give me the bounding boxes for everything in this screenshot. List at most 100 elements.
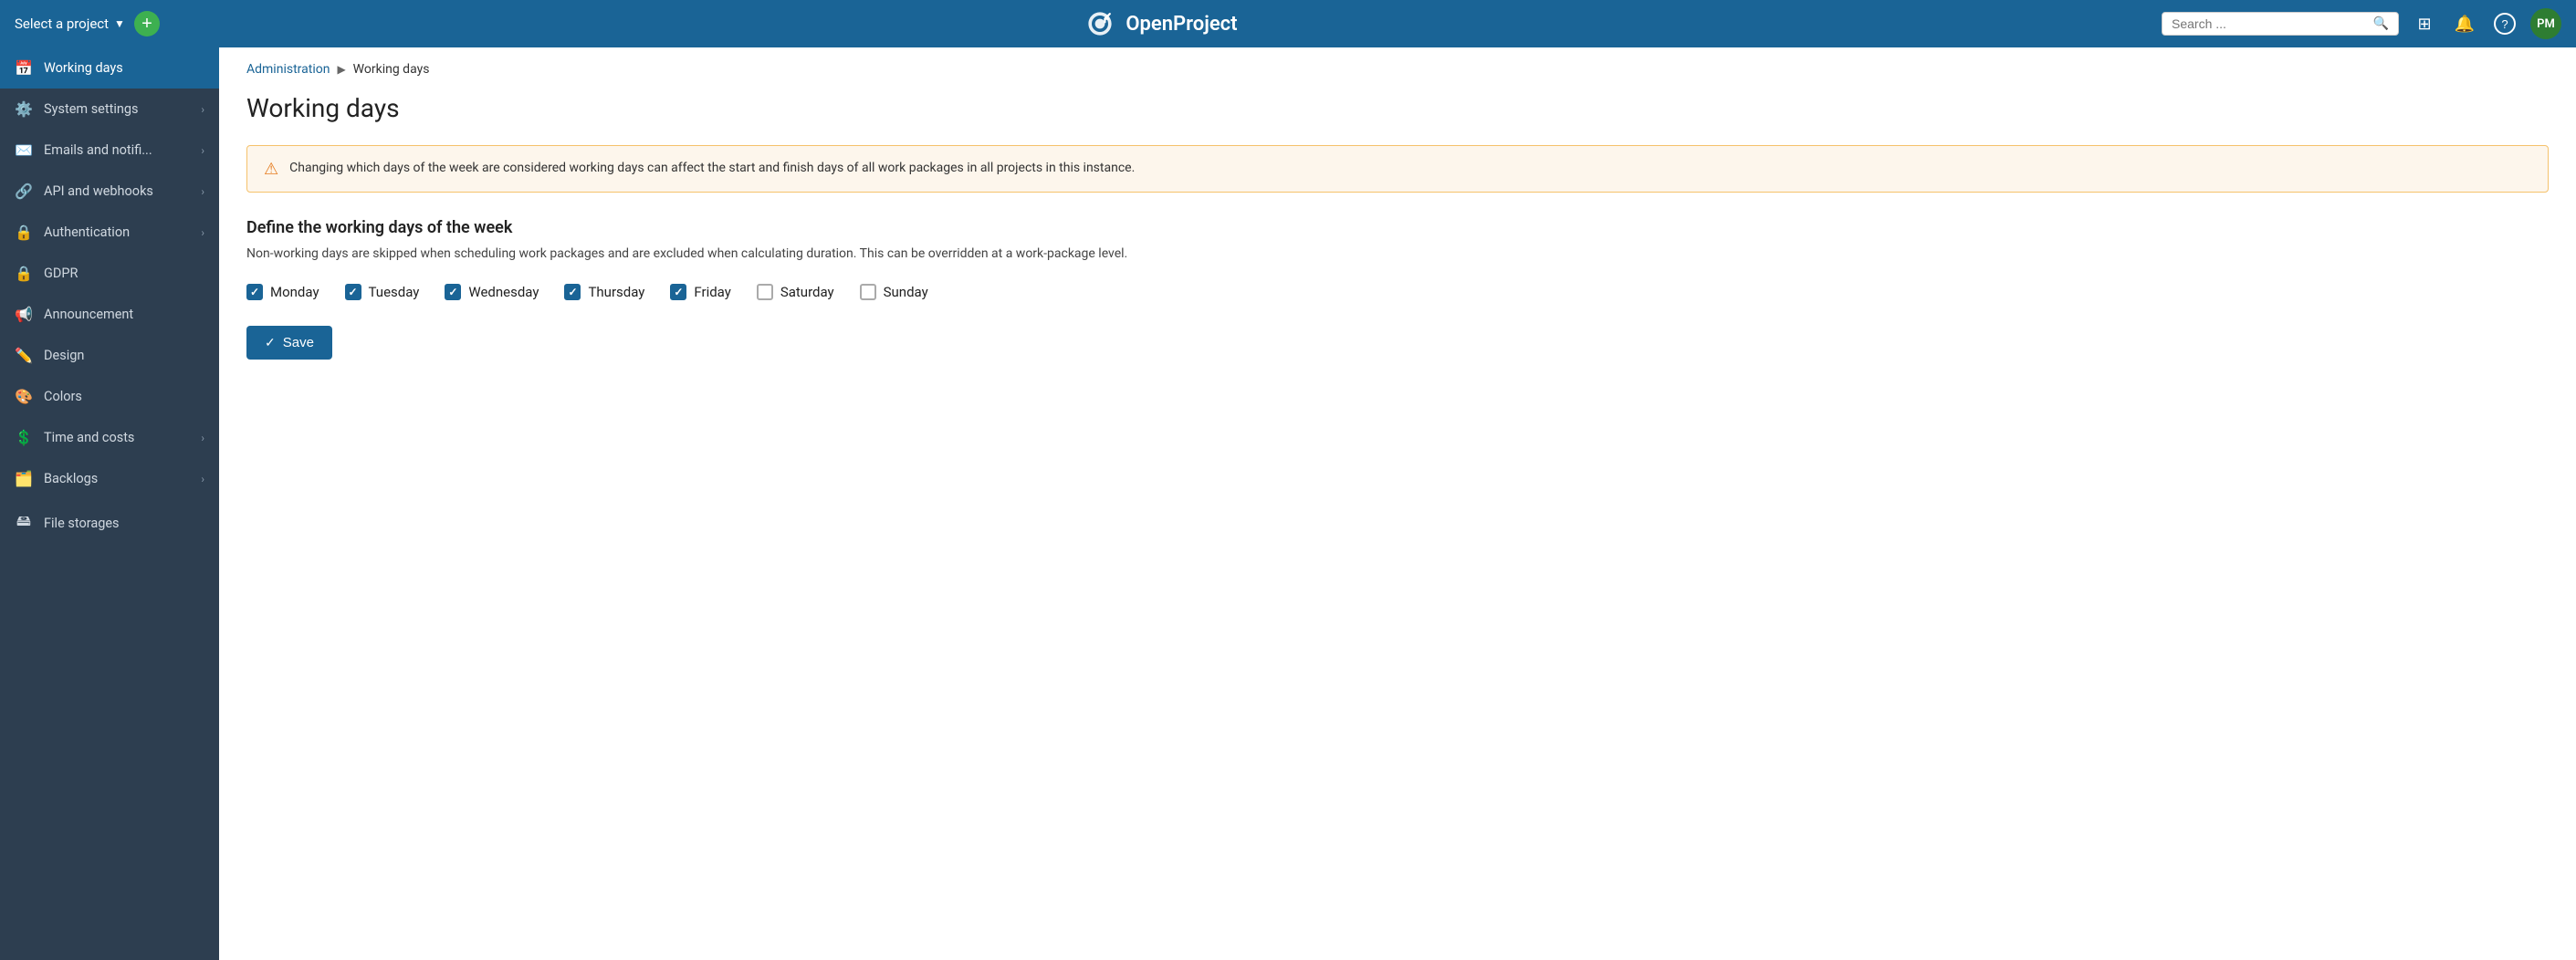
sidebar-icon-api-webhooks: 🔗 (15, 183, 33, 200)
day-checkbox-thursday[interactable]: ✓ (564, 284, 581, 300)
sidebar-icon-colors: 🎨 (15, 388, 33, 405)
content-area: Working days ⚠ Changing which days of th… (219, 84, 2576, 387)
checkmark-icon: ✓ (448, 286, 457, 298)
sidebar-item-announcement[interactable]: 📢 Announcement (0, 294, 219, 335)
days-row: ✓ Monday ✓ Tuesday ✓ Wednesday ✓ Thursda… (246, 284, 2549, 300)
avatar[interactable]: PM (2530, 8, 2561, 39)
day-checkbox-wednesday[interactable]: ✓ (445, 284, 461, 300)
sidebar-item-system-settings[interactable]: ⚙️ System settings › (0, 89, 219, 130)
notifications-button[interactable]: 🔔 (2450, 9, 2479, 38)
page-title: Working days (246, 93, 2549, 123)
sidebar-item-api-webhooks[interactable]: 🔗 API and webhooks › (0, 171, 219, 212)
sidebar-label-api-webhooks: API and webhooks (44, 183, 190, 199)
sidebar-icon-gdpr: 🔒 (15, 265, 33, 282)
checkmark-icon: ✓ (674, 286, 683, 298)
warning-text: Changing which days of the week are cons… (289, 159, 1135, 178)
day-item-wednesday[interactable]: ✓ Wednesday (445, 284, 539, 300)
nav-right: 🔍 ⊞ 🔔 ? PM (2162, 8, 2561, 39)
sidebar-item-backlogs[interactable]: 🗂️ Backlogs › (0, 458, 219, 499)
sidebar-icon-file-storages: 🖴 (15, 511, 33, 536)
sidebar-item-working-days[interactable]: 📅 Working days (0, 47, 219, 89)
sidebar-chevron-system-settings: › (201, 103, 204, 116)
sidebar-icon-system-settings: ⚙️ (15, 100, 33, 118)
day-item-sunday[interactable]: Sunday (860, 284, 928, 300)
sidebar-label-authentication: Authentication (44, 224, 190, 240)
day-checkbox-monday[interactable]: ✓ (246, 284, 263, 300)
sidebar-label-emails-notif: Emails and notifi... (44, 142, 190, 158)
warning-box: ⚠ Changing which days of the week are co… (246, 145, 2549, 193)
sidebar-label-gdpr: GDPR (44, 266, 204, 281)
day-checkbox-tuesday[interactable]: ✓ (345, 284, 361, 300)
section-title: Define the working days of the week (246, 218, 2549, 237)
sidebar-item-colors[interactable]: 🎨 Colors (0, 376, 219, 417)
breadcrumb: Administration ▶ Working days (219, 47, 2576, 84)
sidebar-label-colors: Colors (44, 389, 204, 404)
grid-icon: ⊞ (2417, 15, 2431, 34)
checkmark-icon: ✓ (250, 286, 259, 298)
sidebar-chevron-api-webhooks: › (201, 185, 204, 198)
bell-icon: 🔔 (2455, 15, 2475, 34)
checkmark-icon: ✓ (568, 286, 577, 298)
sidebar-chevron-authentication: › (201, 226, 204, 239)
sidebar-item-authentication[interactable]: 🔒 Authentication › (0, 212, 219, 253)
sidebar-icon-time-and-costs: 💲 (15, 429, 33, 446)
grid-menu-button[interactable]: ⊞ (2410, 9, 2439, 38)
day-checkbox-sunday[interactable] (860, 284, 876, 300)
day-item-tuesday[interactable]: ✓ Tuesday (345, 284, 420, 300)
sidebar-chevron-emails-notif: › (201, 144, 204, 157)
project-selector-label: Select a project (15, 16, 109, 32)
sidebar-icon-announcement: 📢 (15, 306, 33, 323)
help-button[interactable]: ? (2490, 9, 2519, 38)
sidebar-item-gdpr[interactable]: 🔒 GDPR (0, 253, 219, 294)
sidebar-label-backlogs: Backlogs (44, 471, 190, 486)
sidebar-label-file-storages: File storages (44, 516, 204, 531)
sidebar-icon-emails-notif: ✉️ (15, 141, 33, 159)
sidebar-item-design[interactable]: ✏️ Design (0, 335, 219, 376)
day-item-friday[interactable]: ✓ Friday (670, 284, 730, 300)
day-label-tuesday: Tuesday (369, 284, 420, 300)
app-body: 📅 Working days ⚙️ System settings › ✉️ E… (0, 47, 2576, 960)
breadcrumb-parent-link[interactable]: Administration (246, 62, 330, 77)
day-checkbox-saturday[interactable] (757, 284, 773, 300)
search-box[interactable]: 🔍 (2162, 12, 2399, 36)
top-navigation: Select a project ▼ + OpenProject 🔍 ⊞ 🔔 ? (0, 0, 2576, 47)
sidebar-chevron-backlogs: › (201, 473, 204, 485)
section-description: Non-working days are skipped when schedu… (246, 245, 2549, 264)
breadcrumb-separator-icon: ▶ (337, 63, 345, 76)
sidebar-item-emails-notif[interactable]: ✉️ Emails and notifi... › (0, 130, 219, 171)
day-label-saturday: Saturday (780, 284, 834, 300)
openproject-logo-icon (1084, 7, 1116, 40)
sidebar-label-time-and-costs: Time and costs (44, 430, 190, 445)
nav-center: OpenProject (160, 7, 2162, 40)
day-item-thursday[interactable]: ✓ Thursday (564, 284, 644, 300)
sidebar-label-announcement: Announcement (44, 307, 204, 322)
add-project-button[interactable]: + (134, 11, 160, 37)
search-icon: 🔍 (2373, 16, 2389, 31)
project-selector[interactable]: Select a project ▼ (15, 16, 125, 32)
sidebar: 📅 Working days ⚙️ System settings › ✉️ E… (0, 47, 219, 960)
sidebar-label-working-days: Working days (44, 60, 204, 76)
avatar-initials: PM (2537, 17, 2555, 31)
sidebar-icon-authentication: 🔒 (15, 224, 33, 241)
sidebar-icon-design: ✏️ (15, 347, 33, 364)
day-item-saturday[interactable]: Saturday (757, 284, 834, 300)
sidebar-item-file-storages[interactable]: 🖴 File storages (0, 499, 219, 548)
save-check-icon: ✓ (265, 335, 276, 350)
sidebar-chevron-time-and-costs: › (201, 432, 204, 444)
warning-icon: ⚠ (264, 160, 278, 179)
search-input[interactable] (2172, 16, 2366, 31)
day-label-sunday: Sunday (884, 284, 928, 300)
dropdown-arrow-icon: ▼ (114, 17, 125, 30)
sidebar-item-time-and-costs[interactable]: 💲 Time and costs › (0, 417, 219, 458)
logo-text: OpenProject (1126, 13, 1237, 36)
nav-left: Select a project ▼ + (15, 11, 160, 37)
logo: OpenProject (1084, 7, 1237, 40)
save-button[interactable]: ✓ Save (246, 326, 332, 360)
main-content: Administration ▶ Working days Working da… (219, 47, 2576, 960)
day-item-monday[interactable]: ✓ Monday (246, 284, 319, 300)
checkmark-icon: ✓ (349, 286, 358, 298)
day-label-wednesday: Wednesday (468, 284, 539, 300)
day-checkbox-friday[interactable]: ✓ (670, 284, 686, 300)
sidebar-label-design: Design (44, 348, 204, 363)
help-icon: ? (2494, 13, 2516, 35)
